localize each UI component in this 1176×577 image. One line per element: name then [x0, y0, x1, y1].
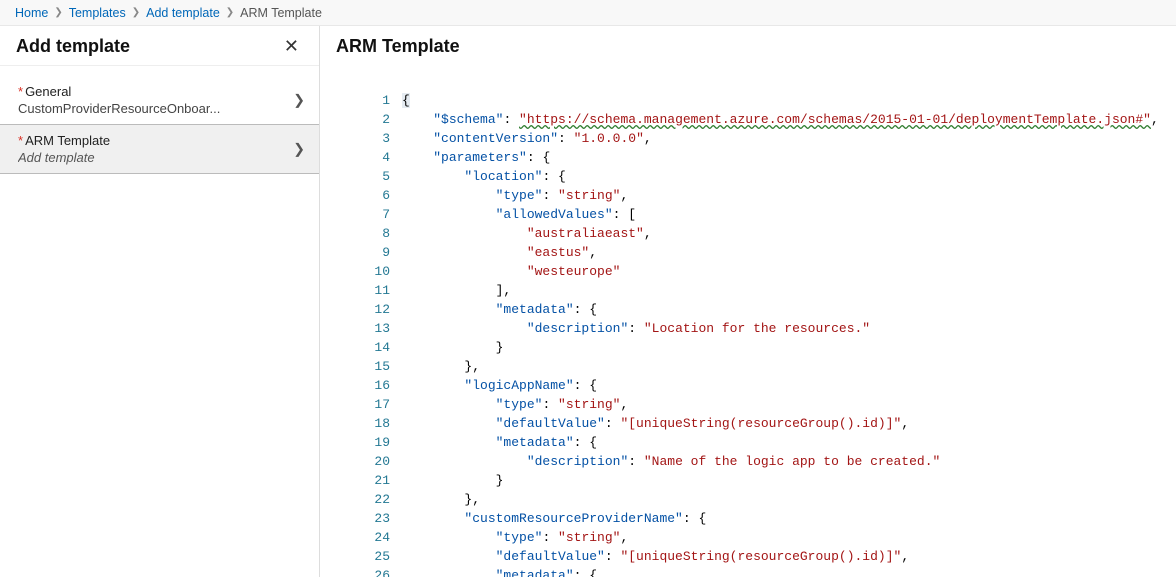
line-number: 26	[350, 566, 390, 577]
line-number: 11	[350, 281, 390, 300]
line-number: 22	[350, 490, 390, 509]
code-line[interactable]: "defaultValue": "[uniqueString(resourceG…	[402, 547, 1164, 566]
code-line[interactable]: "defaultValue": "[uniqueString(resourceG…	[402, 414, 1164, 433]
code-line[interactable]: "metadata": {	[402, 566, 1164, 577]
line-number: 19	[350, 433, 390, 452]
line-number: 10	[350, 262, 390, 281]
code-line[interactable]: }	[402, 471, 1164, 490]
line-number: 9	[350, 243, 390, 262]
line-number: 15	[350, 357, 390, 376]
required-star-icon: *	[18, 84, 23, 99]
line-number: 12	[350, 300, 390, 319]
chevron-right-icon: ❯	[132, 7, 140, 18]
chevron-right-icon: ❯	[226, 7, 234, 18]
code-line[interactable]: "parameters": {	[402, 148, 1164, 167]
editor-gutter: 1234567891011121314151617181920212223242…	[350, 91, 402, 577]
sidebar-nav: *GeneralCustomProviderResourceOnboar... ❯…	[0, 66, 319, 174]
line-number: 17	[350, 395, 390, 414]
sidebar-item-arm-template[interactable]: *ARM TemplateAdd template ❯	[0, 124, 319, 174]
schema-link[interactable]: "https://schema.management.azure.com/sch…	[519, 112, 1151, 127]
code-line[interactable]: "allowedValues": [	[402, 205, 1164, 224]
code-line[interactable]: "metadata": {	[402, 433, 1164, 452]
line-number: 2	[350, 110, 390, 129]
editor-code[interactable]: { "$schema": "https://schema.management.…	[402, 91, 1164, 577]
nav-item-sub: Add template	[18, 148, 268, 165]
line-number: 4	[350, 148, 390, 167]
line-number: 13	[350, 319, 390, 338]
code-line[interactable]: "metadata": {	[402, 300, 1164, 319]
chevron-right-icon: ❯	[293, 92, 305, 109]
code-line[interactable]: "description": "Location for the resourc…	[402, 319, 1164, 338]
nav-item-label: *General	[18, 84, 301, 99]
code-line[interactable]: "$schema": "https://schema.management.az…	[402, 110, 1164, 129]
code-editor[interactable]: 1234567891011121314151617181920212223242…	[350, 91, 1164, 577]
code-line[interactable]: "westeurope"	[402, 262, 1164, 281]
line-number: 5	[350, 167, 390, 186]
line-number: 25	[350, 547, 390, 566]
close-icon[interactable]: ✕	[280, 36, 303, 57]
line-number: 24	[350, 528, 390, 547]
code-line[interactable]: "contentVersion": "1.0.0.0",	[402, 129, 1164, 148]
main-title: ARM Template	[336, 36, 1160, 57]
nav-item-sub: CustomProviderResourceOnboar...	[18, 99, 268, 116]
line-number: 23	[350, 509, 390, 528]
line-number: 1	[350, 91, 390, 110]
code-line[interactable]: },	[402, 357, 1164, 376]
chevron-right-icon: ❯	[54, 7, 62, 18]
editor-cursor: {	[402, 93, 410, 108]
sidebar-header: Add template ✕	[0, 26, 319, 66]
main-header: ARM Template	[320, 26, 1176, 61]
code-line[interactable]: "type": "string",	[402, 528, 1164, 547]
code-line[interactable]: "logicAppName": {	[402, 376, 1164, 395]
breadcrumb-current: ARM Template	[240, 6, 322, 20]
code-line[interactable]: {	[402, 91, 1164, 110]
code-line[interactable]: "type": "string",	[402, 395, 1164, 414]
line-number: 3	[350, 129, 390, 148]
code-line[interactable]: "eastus",	[402, 243, 1164, 262]
line-number: 16	[350, 376, 390, 395]
line-number: 8	[350, 224, 390, 243]
line-number: 18	[350, 414, 390, 433]
breadcrumb-link[interactable]: Templates	[69, 6, 126, 20]
code-line[interactable]: }	[402, 338, 1164, 357]
chevron-right-icon: ❯	[293, 141, 305, 158]
sidebar-item-general[interactable]: *GeneralCustomProviderResourceOnboar... ❯	[0, 76, 319, 125]
line-number: 7	[350, 205, 390, 224]
code-line[interactable]: },	[402, 490, 1164, 509]
code-line[interactable]: "location": {	[402, 167, 1164, 186]
breadcrumb-link[interactable]: Add template	[146, 6, 220, 20]
line-number: 6	[350, 186, 390, 205]
breadcrumb-link[interactable]: Home	[15, 6, 48, 20]
line-number: 20	[350, 452, 390, 471]
sidebar-blade: Add template ✕ *GeneralCustomProviderRes…	[0, 26, 320, 577]
sidebar-title: Add template	[16, 36, 280, 57]
code-line[interactable]: "australiaeast",	[402, 224, 1164, 243]
required-star-icon: *	[18, 133, 23, 148]
code-line[interactable]: "type": "string",	[402, 186, 1164, 205]
code-line[interactable]: ],	[402, 281, 1164, 300]
nav-item-label: *ARM Template	[18, 133, 301, 148]
breadcrumb: Home ❯ Templates ❯ Add template ❯ ARM Te…	[0, 0, 1176, 26]
code-line[interactable]: "description": "Name of the logic app to…	[402, 452, 1164, 471]
line-number: 14	[350, 338, 390, 357]
main-blade: ARM Template 123456789101112131415161718…	[320, 26, 1176, 577]
code-line[interactable]: "customResourceProviderName": {	[402, 509, 1164, 528]
line-number: 21	[350, 471, 390, 490]
